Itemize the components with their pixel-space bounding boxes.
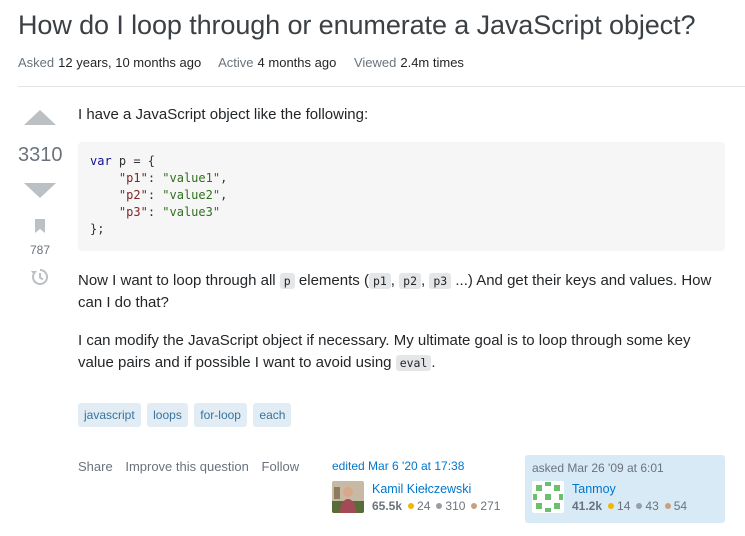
improve-question-link[interactable]: Improve this question: [125, 459, 249, 474]
inline-code: eval: [395, 355, 432, 371]
intro-paragraph: I have a JavaScript object like the foll…: [78, 106, 369, 123]
code-line: p = {: [111, 154, 156, 168]
viewed-value: 2.4m times: [400, 55, 464, 70]
avatar[interactable]: [332, 481, 364, 513]
bookmark-count: 787: [29, 243, 51, 257]
code-value: "value1": [162, 171, 221, 185]
downvote-icon[interactable]: [24, 183, 56, 198]
editor-card: edited Mar 6 '20 at 17:38 Kamil Kiełczew…: [332, 459, 512, 513]
reputation-score: 65.5k: [372, 499, 403, 513]
post-actions: Share Improve this question Follow: [78, 459, 308, 474]
code-key: "p1": [118, 171, 148, 185]
text: .: [431, 354, 436, 371]
gold-badge-count: 24: [417, 499, 431, 513]
inline-code: p2: [399, 273, 421, 289]
tag-javascript[interactable]: javascript: [78, 403, 141, 427]
text: I can modify the JavaScript object if ne…: [78, 332, 691, 371]
inline-code: p: [279, 273, 295, 289]
vote-cell: 3310 787: [18, 110, 63, 292]
editor-info: Kamil Kiełczewski 65.5k 24 310 271: [372, 481, 500, 513]
code-value: "value3": [162, 205, 221, 219]
paragraph-2: Now I want to loop through all p element…: [78, 272, 712, 311]
text: elements (: [298, 272, 369, 289]
silver-badge-count: 310: [445, 499, 466, 513]
asked-time: asked Mar 26 '09 at 6:01: [532, 461, 664, 475]
code-line: };: [90, 222, 105, 236]
share-link[interactable]: Share: [78, 459, 113, 474]
active-value[interactable]: 4 months ago: [258, 55, 337, 70]
owner-card: asked Mar 26 '09 at 6:01 Tanmoy 41.2k 14 4…: [525, 455, 725, 523]
asked-label: Asked: [18, 55, 55, 70]
viewed-label: Viewed: [353, 55, 397, 70]
active-label: Active: [218, 55, 254, 70]
history-icon[interactable]: [30, 267, 50, 287]
bronze-badge-count: 271: [480, 499, 501, 513]
editor-name[interactable]: Kamil Kiełczewski: [372, 481, 500, 497]
bronze-badge-count: 54: [673, 499, 688, 513]
tag-for-loop[interactable]: for-loop: [194, 403, 247, 427]
editor-user: Kamil Kiełczewski 65.5k 24 310 271: [332, 481, 500, 513]
tag-each[interactable]: each: [253, 403, 292, 427]
question-meta: Asked 12 years, 10 months ago Active 4 mon…: [18, 55, 478, 70]
paragraph-3: I can modify the JavaScript object if ne…: [78, 330, 725, 374]
inline-code: p1: [368, 273, 391, 289]
code-block: var p = { "p1": "value1", "p2": "value2"…: [78, 142, 725, 251]
question-body: I have a JavaScript object like the foll…: [78, 104, 725, 374]
avatar[interactable]: [532, 481, 564, 513]
bookmark-icon[interactable]: [34, 218, 46, 234]
follow-link[interactable]: Follow: [262, 459, 300, 474]
owner-name[interactable]: Tanmoy: [572, 481, 687, 497]
bronze-badge-icon: [664, 503, 671, 509]
text: Now I want to loop through all: [78, 272, 276, 289]
code-key: "p3": [118, 205, 148, 219]
code-keyword: var: [90, 154, 112, 168]
bronze-badge-icon: [471, 503, 478, 509]
gold-badge-icon: [408, 503, 415, 509]
edited-time[interactable]: edited Mar 6 '20 at 17:38: [332, 459, 512, 473]
gold-badge-icon: [608, 503, 615, 509]
tag-loops[interactable]: loops: [147, 403, 188, 427]
code-value: "value2": [162, 188, 221, 202]
owner-reputation: 41.2k 14 43 54: [572, 499, 687, 513]
tag-list: javascript loops for-loop each: [78, 403, 293, 427]
gold-badge-count: 14: [617, 499, 631, 513]
editor-reputation: 65.5k 24 310 271: [372, 499, 500, 513]
inline-code: p3: [429, 273, 452, 289]
code-sep: ,: [220, 171, 228, 185]
silver-badge-icon: [636, 503, 643, 509]
silver-badge-count: 43: [645, 499, 659, 513]
question-title[interactable]: How do I loop through or enumerate a Jav…: [18, 10, 696, 41]
owner-user: Tanmoy 41.2k 14 43 54: [532, 481, 687, 513]
code-sep: ,: [220, 188, 228, 202]
silver-badge-icon: [436, 503, 443, 509]
vote-count: 3310: [18, 144, 63, 166]
owner-info: Tanmoy 41.2k 14 43 54: [572, 481, 687, 513]
asked-value: 12 years, 10 months ago: [58, 55, 202, 70]
upvote-icon[interactable]: [24, 110, 56, 125]
code-key: "p2": [118, 188, 148, 202]
header-divider: [18, 86, 745, 87]
reputation-score: 41.2k: [572, 499, 603, 513]
